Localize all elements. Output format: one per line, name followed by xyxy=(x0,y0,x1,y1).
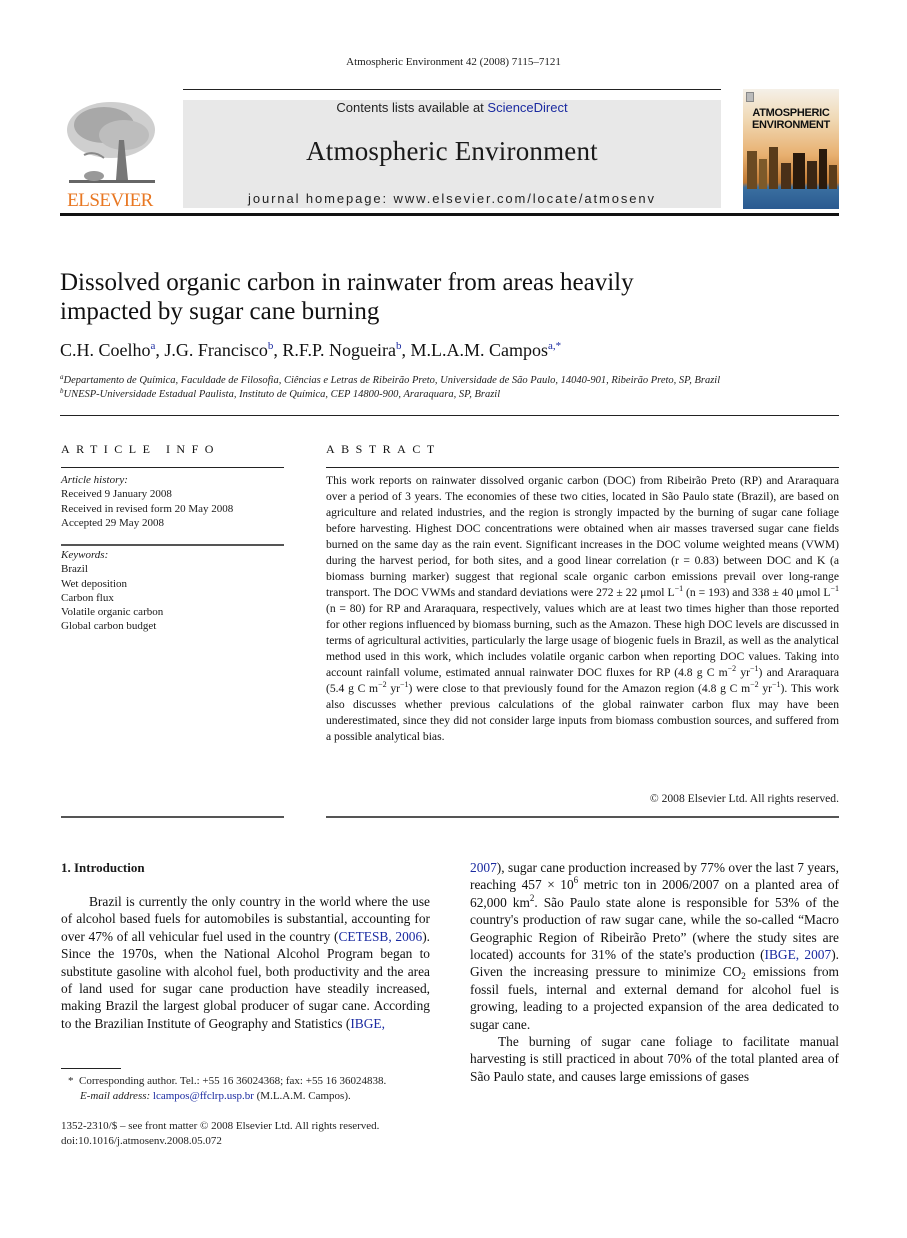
keywords: Keywords: Brazil Wet deposition Carbon f… xyxy=(61,548,163,634)
exponent: −2 xyxy=(750,680,759,689)
abstract-segment: ) were close to that previously found fo… xyxy=(408,682,751,695)
header-rule xyxy=(183,89,721,90)
corresponding-author-note: * Corresponding author. Tel.: +55 16 360… xyxy=(68,1074,386,1089)
footnote-marker: * xyxy=(68,1075,74,1087)
article-history: Article history: Received 9 January 2008… xyxy=(61,473,233,530)
article-title: Dissolved organic carbon in rainwater fr… xyxy=(60,268,760,326)
affiliation-text: Departamento de Química, Faculdade de Fi… xyxy=(63,375,721,386)
section-divider xyxy=(60,415,839,416)
affiliation: bUNESP-Universidade Estadual Paulista, I… xyxy=(60,387,500,400)
email-note: E-mail address: lcampos@ffclrp.usp.br (M… xyxy=(80,1089,351,1104)
exponent: −1 xyxy=(772,680,781,689)
history-item: Accepted 29 May 2008 xyxy=(61,516,164,529)
author-affil-link[interactable]: a,* xyxy=(548,340,561,352)
history-item: Received in revised form 20 May 2008 xyxy=(61,502,234,515)
cover-title-line2: ENVIRONMENT xyxy=(752,119,830,131)
elsevier-wordmark: ELSEVIER xyxy=(67,190,153,211)
contents-line: Contents lists available at ScienceDirec… xyxy=(183,100,721,115)
title-line-1: Dissolved organic carbon in rainwater fr… xyxy=(60,269,634,296)
author: R.F.P. Nogueira xyxy=(282,340,396,360)
tree-logo-icon xyxy=(67,102,155,183)
title-line-2: impacted by sugar cane burning xyxy=(60,298,380,325)
article-info-rule xyxy=(61,467,284,468)
paragraph: The burning of sugar cane foliage to fac… xyxy=(470,1034,839,1084)
city-skyline-icon xyxy=(747,147,837,189)
abstract-segment: This work reports on rainwater dissolved… xyxy=(326,474,839,599)
journal-title: Atmospheric Environment xyxy=(306,136,598,166)
author-list: C.H. Coelhoa, J.G. Franciscob, R.F.P. No… xyxy=(60,340,561,361)
exponent: −1 xyxy=(830,584,839,593)
abstract-heading: ABSTRACT xyxy=(326,442,441,456)
author: M.L.A.M. Campos xyxy=(410,340,548,360)
header-thick-rule xyxy=(60,213,839,216)
footnote-text: Corresponding author. Tel.: +55 16 36024… xyxy=(79,1075,387,1087)
keyword: Global carbon budget xyxy=(61,620,157,633)
exponent: −1 xyxy=(400,680,409,689)
exponent: −1 xyxy=(674,584,684,593)
elsevier-logo[interactable]: ELSEVIER xyxy=(60,100,160,211)
abstract-copyright: © 2008 Elsevier Ltd. All rights reserved… xyxy=(649,792,839,805)
sciencedirect-link[interactable]: ScienceDirect xyxy=(487,100,567,115)
abstract-segment: yr xyxy=(736,666,751,679)
citation-link[interactable]: CETESB, 2006 xyxy=(338,929,422,944)
exponent: −2 xyxy=(727,664,737,673)
cover-title-line1: ATMOSPHERIC xyxy=(752,107,830,119)
cover-title: ATMOSPHERIC ENVIRONMENT xyxy=(743,107,839,131)
keyword: Brazil xyxy=(61,563,88,576)
email-link[interactable]: lcampos@ffclrp.usp.br xyxy=(153,1090,254,1102)
keyword: Wet deposition xyxy=(61,577,128,590)
paragraph: 2007), sugar cane production increased b… xyxy=(470,859,839,1033)
email-label: E-mail address: xyxy=(80,1090,151,1102)
author: C.H. Coelho xyxy=(60,340,151,360)
exponent: −1 xyxy=(750,664,759,673)
author: J.G. Francisco xyxy=(164,340,268,360)
affiliation-text: UNESP-Universidade Estadual Paulista, In… xyxy=(63,389,501,400)
article-info-heading: ARTICLE INFO xyxy=(61,442,220,456)
cover-publisher-icon xyxy=(746,92,754,102)
abstract-text: This work reports on rainwater dissolved… xyxy=(326,473,839,745)
doi[interactable]: doi:10.1016/j.atmosenv.2008.05.072 xyxy=(61,1134,222,1149)
journal-homepage-link[interactable]: journal homepage: www.elsevier.com/locat… xyxy=(183,191,721,206)
history-item: Received 9 January 2008 xyxy=(61,488,172,501)
exponent: −2 xyxy=(378,680,387,689)
body-column-left: Brazil is currently the only country in … xyxy=(61,893,430,1032)
journal-cover[interactable]: ATMOSPHERIC ENVIRONMENT xyxy=(743,89,839,209)
keywords-label: Keywords: xyxy=(61,549,109,561)
body-column-right: 2007), sugar cane production increased b… xyxy=(470,859,839,1085)
citation-link[interactable]: IBGE, xyxy=(350,1016,385,1031)
section-heading-introduction: 1. Introduction xyxy=(61,860,145,875)
article-info-bottom-rule xyxy=(61,816,284,818)
abstract-segment: yr xyxy=(758,682,773,695)
abstract-segment: (n = 193) and 338 ± 40 μmol L xyxy=(683,586,831,599)
front-matter: 1352-2310/$ – see front matter © 2008 El… xyxy=(61,1120,380,1132)
abstract-segment: yr xyxy=(386,682,400,695)
email-suffix: (M.L.A.M. Campos). xyxy=(253,1090,351,1102)
running-head: Atmospheric Environment 42 (2008) 7115–7… xyxy=(346,56,561,68)
citation-link[interactable]: 2007 xyxy=(470,860,497,875)
contents-prefix: Contents lists available at xyxy=(336,100,488,115)
affiliation: aDepartamento de Química, Faculdade de F… xyxy=(60,373,720,386)
abstract-bottom-rule xyxy=(326,816,839,818)
abstract-rule xyxy=(326,467,839,468)
paragraph: Brazil is currently the only country in … xyxy=(61,893,430,1032)
journal-banner: Contents lists available at ScienceDirec… xyxy=(183,100,721,208)
citation-link[interactable]: IBGE, 2007 xyxy=(765,947,832,962)
keyword: Volatile organic carbon xyxy=(61,606,164,619)
keywords-rule xyxy=(61,544,284,546)
keyword: Carbon flux xyxy=(61,591,114,604)
history-label: Article history: xyxy=(61,474,128,486)
footnote-rule xyxy=(61,1068,121,1069)
